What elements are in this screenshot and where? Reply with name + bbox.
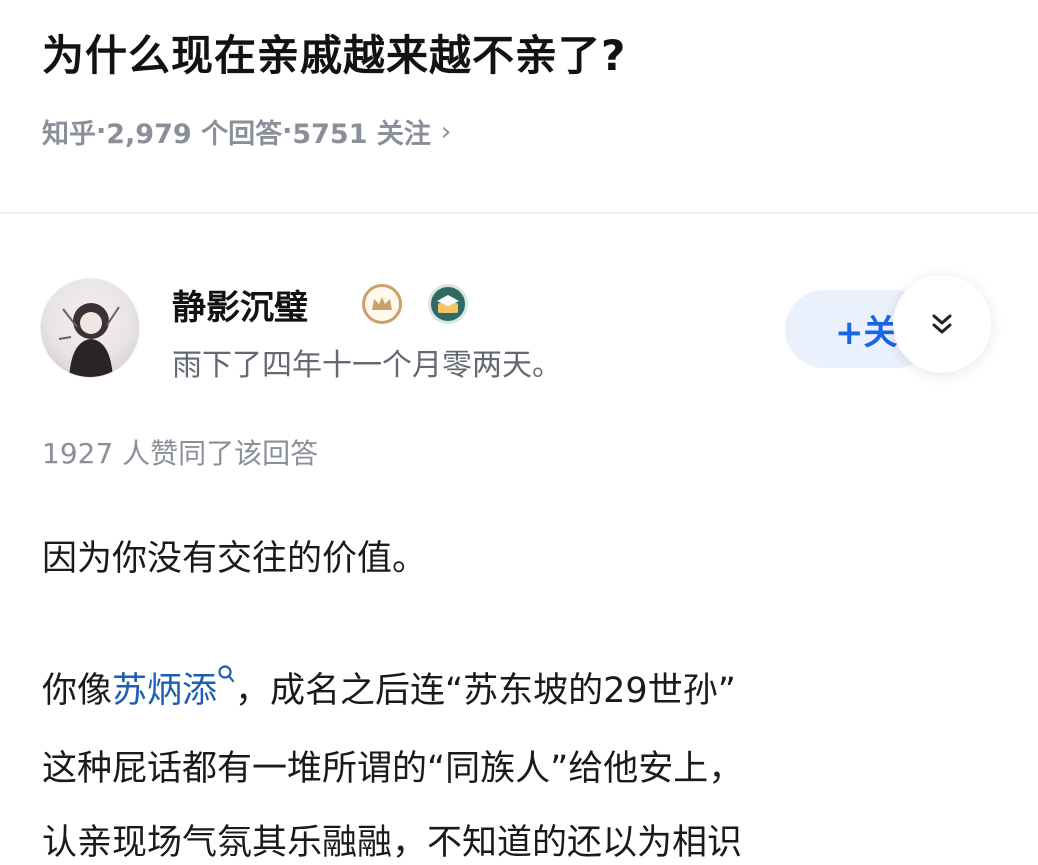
answers-count: 2,979 个回答 [106,119,283,150]
question-meta[interactable]: 知乎 · 2,979 个回答 · 5751 关注 › [42,112,451,151]
double-chevron-down-icon [932,314,952,334]
followers-count: 5751 关注 [292,119,431,150]
answer-page: 为什么现在亲戚越来越不亲了? 知乎 · 2,979 个回答 · 5751 关注 … [0,0,1038,865]
meta-separator: · [282,116,293,147]
crown-badge-icon[interactable] [362,284,402,324]
search-link[interactable]: 苏炳添 [112,671,217,711]
answer-line: 这种屁话都有一堆所谓的“同族人”给他安上， [42,749,744,789]
answer-text: ，成名之后连“苏东坡的29世孙” [235,671,736,711]
source-label: 知乎 [42,119,96,150]
section-divider [0,212,1038,214]
question-title[interactable]: 为什么现在亲戚越来越不亲了? [42,22,626,83]
answer-line: 你像苏炳添 ，成名之后连“苏东坡的29世孙” [42,662,736,713]
search-icon [218,665,235,683]
answer-paragraph: 因为你没有交往的价值。 [42,539,428,579]
chevron-right-icon: › [440,116,452,147]
author-bio: 雨下了四年十一个月零两天。 [172,348,562,383]
meta-separator: · [96,116,107,147]
vote-count: 1927 人赞同了该回答 [42,437,319,470]
author-name[interactable]: 静影沉璧 [172,280,308,329]
answer-text: 你像 [42,671,113,711]
avatar[interactable] [40,278,140,378]
education-badge-icon[interactable] [428,284,468,324]
answer-line: 认亲现场气氛其乐融融，不知道的还以为相识 [42,823,743,863]
collapse-button[interactable] [893,275,991,373]
